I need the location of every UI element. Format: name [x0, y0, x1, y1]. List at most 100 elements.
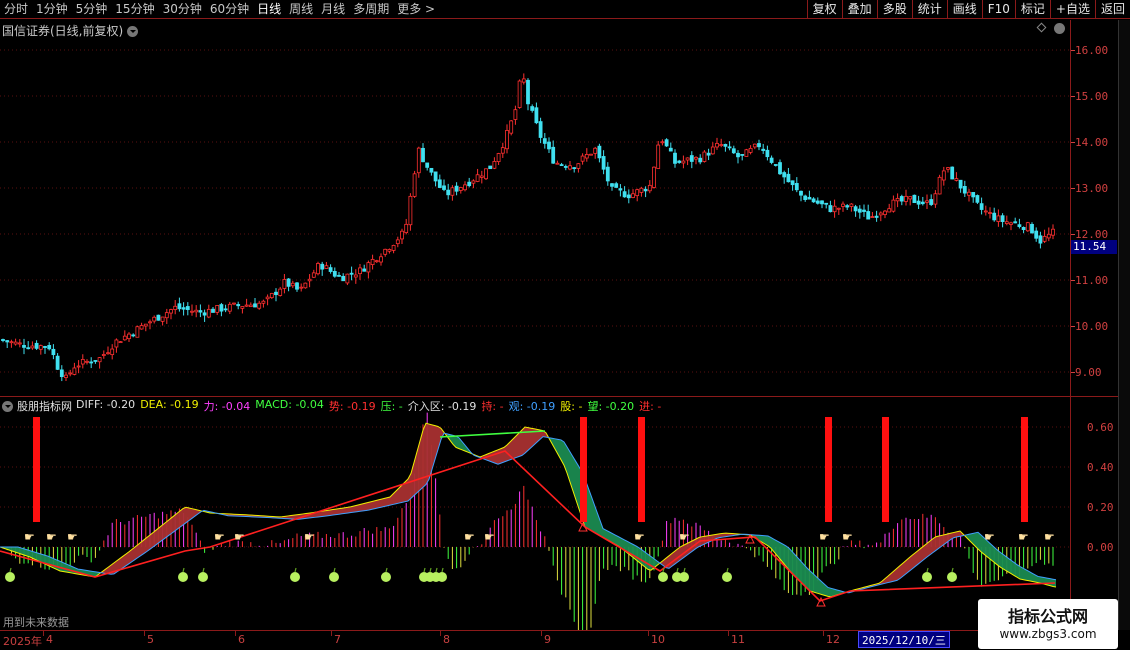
candle-body — [941, 170, 946, 181]
candle-body — [358, 267, 362, 275]
candle-body — [610, 183, 614, 187]
current-price-tag: 11.54 — [1071, 240, 1117, 254]
hand-icon: ☛ — [304, 530, 315, 544]
indicator-value: MACD: -0.04 — [255, 398, 324, 411]
indicator-name[interactable]: 股朋指标网 — [17, 398, 72, 414]
toolbar-button[interactable]: 复权 — [806, 0, 842, 19]
indicator-chart[interactable]: ☛ ☛ ☛ ☛ ☛ ☛ ☛ ☛ ☛ ☛ ☛ ☛ ☛ ☛ ☛ — [0, 397, 1070, 631]
price-chart-panel[interactable] — [0, 20, 1070, 395]
candle-body — [748, 147, 753, 153]
period-tab[interactable]: 1分钟 — [32, 0, 72, 19]
toolbar-button[interactable]: +自选 — [1049, 0, 1095, 19]
indicator-panel[interactable]: ☛ ☛ ☛ ☛ ☛ ☛ ☛ ☛ ☛ ☛ ☛ ☛ ☛ ☛ ☛ — [0, 396, 1070, 631]
period-tab[interactable]: 5分钟 — [72, 0, 112, 19]
candle-body — [547, 141, 551, 150]
candle-body — [446, 189, 451, 196]
bull-ribbon — [102, 507, 204, 575]
candle-body — [908, 196, 913, 200]
candle-body — [601, 156, 606, 170]
candle-body — [954, 178, 959, 181]
candle-body — [206, 308, 211, 318]
toolbar-button[interactable]: 返回 — [1094, 0, 1130, 19]
candle-body — [122, 335, 127, 341]
candle-body — [59, 369, 64, 378]
candle-body — [442, 185, 446, 190]
apple-stem — [435, 567, 438, 573]
candle-body — [17, 342, 22, 345]
date-axis: 2025年4567891011121 — [0, 630, 1118, 650]
candle-body — [668, 147, 673, 152]
candle-body — [1009, 222, 1013, 225]
toolbar-button[interactable]: F10 — [981, 0, 1015, 19]
stock-title[interactable]: 国信证券(日线,前复权) — [2, 22, 139, 39]
month-tick — [43, 631, 44, 636]
candle-body — [828, 205, 833, 213]
candle-body — [689, 155, 694, 162]
period-tab[interactable]: 多周期 — [349, 0, 393, 19]
candle-body — [437, 179, 442, 188]
candle-body — [400, 230, 404, 240]
apple-icon — [178, 572, 188, 582]
collapse-icon[interactable] — [1054, 23, 1065, 34]
candle-body — [929, 199, 934, 205]
candle-body — [857, 208, 862, 213]
candle-body — [925, 200, 929, 203]
watermark-url: www.zbgs3.com — [999, 626, 1097, 641]
candle-body — [639, 187, 644, 193]
candle-body — [479, 175, 484, 178]
candle-body — [22, 345, 26, 348]
toolbar-button[interactable]: 统计 — [911, 0, 947, 19]
period-tab[interactable]: 日线 — [253, 0, 285, 19]
candle-body — [996, 215, 1001, 222]
month-label: 7 — [334, 633, 341, 646]
period-tab[interactable]: 30分钟 — [159, 0, 206, 19]
period-tab[interactable]: 月线 — [317, 0, 349, 19]
hand-icon: ☛ — [46, 530, 57, 544]
dropdown-icon[interactable] — [127, 26, 139, 37]
month-label: 5 — [147, 633, 154, 646]
candle-body — [727, 146, 732, 149]
apple-stem — [429, 567, 432, 573]
candle-body — [614, 183, 619, 188]
candle-body — [958, 179, 963, 189]
period-tab[interactable]: 15分钟 — [111, 0, 158, 19]
candle-body — [815, 200, 820, 204]
toolbar-button[interactable]: 多股 — [876, 0, 912, 19]
candle-body — [404, 223, 409, 233]
candle-body — [933, 193, 938, 205]
candle-body — [555, 162, 560, 165]
stock-chart-window: 分时 1分钟 5分钟 15分钟 30分钟 60分钟 日线 周线 月线 多周期 更多 > 复权 叠加 多股… — [0, 0, 1130, 650]
candle-body — [731, 148, 736, 154]
indicator-dropdown-icon[interactable] — [2, 400, 13, 412]
candle-body — [286, 278, 291, 287]
candle-body — [118, 341, 123, 344]
candle-body — [534, 107, 539, 124]
indicator-value: 势: -0.19 — [328, 400, 376, 413]
candle-body — [169, 309, 173, 314]
toolbar-button[interactable]: 标记 — [1014, 0, 1050, 19]
toolbar-button[interactable]: 画线 — [946, 0, 982, 19]
period-tab[interactable]: 60分钟 — [206, 0, 253, 19]
candle-body — [391, 244, 396, 251]
candle-body — [72, 367, 77, 375]
candle-body — [173, 305, 178, 310]
month-label: 8 — [443, 633, 450, 646]
candle-body — [379, 256, 383, 263]
candle-body — [513, 109, 518, 120]
candle-body — [332, 271, 337, 277]
candle-body — [316, 263, 320, 275]
period-tab[interactable]: 周线 — [285, 0, 317, 19]
toolbar-button[interactable]: 叠加 — [841, 0, 877, 19]
period-tab[interactable]: 更多 > — [393, 0, 439, 19]
candle-body — [500, 147, 505, 154]
signal-bar — [882, 417, 889, 522]
candle-body — [295, 282, 299, 290]
candle-body — [916, 200, 921, 205]
period-tab[interactable]: 分时 — [0, 0, 32, 19]
price-tick-label: 13.00 — [1075, 182, 1109, 195]
candle-body — [34, 342, 39, 349]
apple-icon — [5, 572, 15, 582]
candle-body — [849, 203, 854, 207]
candlestick-chart[interactable] — [0, 20, 1070, 395]
candle-body — [765, 149, 770, 158]
